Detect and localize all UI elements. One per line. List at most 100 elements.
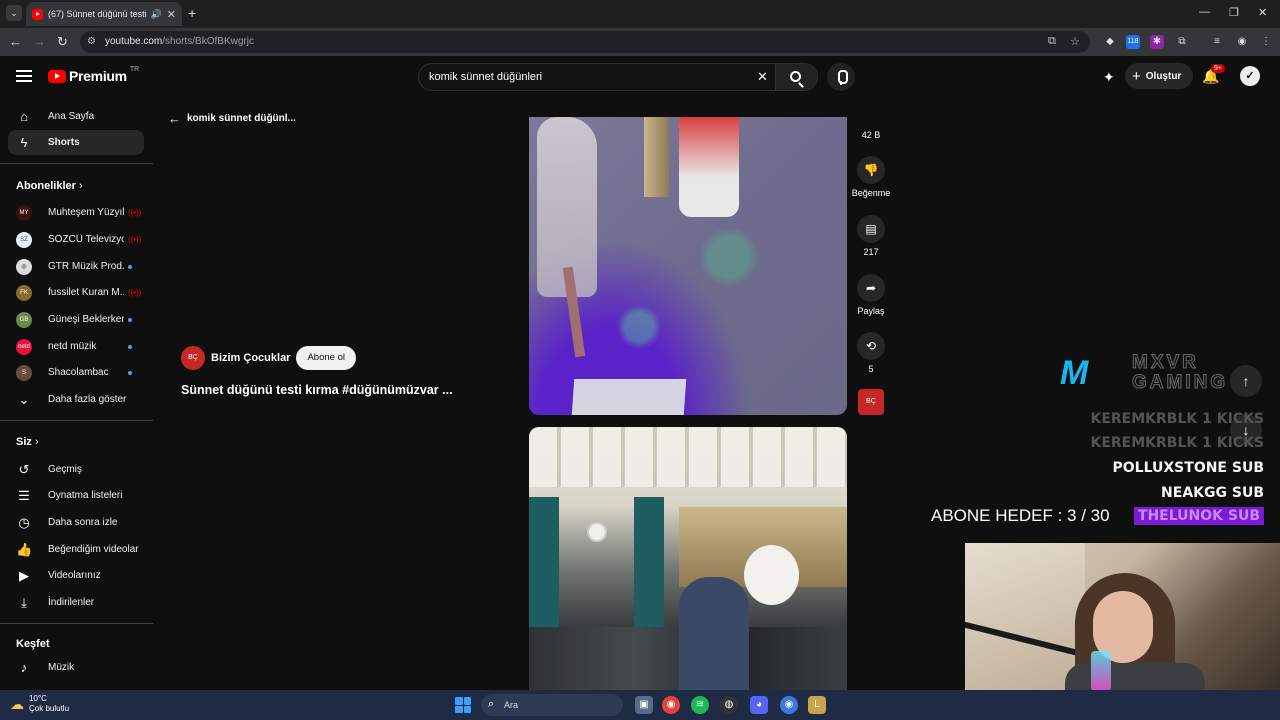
profile-icon[interactable]: ◉ bbox=[1235, 35, 1249, 49]
share-arrow-icon: ➦ bbox=[857, 274, 885, 302]
extension-purple-icon[interactable]: ✱ bbox=[1150, 35, 1164, 49]
divider bbox=[0, 420, 153, 421]
history-icon: ↺ bbox=[18, 461, 30, 477]
sidebar-sub-item[interactable]: MY Muhteşem Yüzyıl ((•)) bbox=[8, 200, 144, 225]
reload-icon[interactable]: ↻ bbox=[57, 34, 68, 50]
windows-start-icon[interactable] bbox=[455, 697, 471, 713]
sidebar-sub-item[interactable]: netd netd müzik bbox=[8, 334, 144, 359]
stream-alert: KEREMKRBLK 1 KICKS bbox=[1090, 435, 1264, 451]
thumbs-up-icon: 👍 bbox=[16, 541, 33, 557]
sound-thumbnail[interactable]: BÇ bbox=[851, 389, 891, 415]
media-control-icon[interactable]: ≡ bbox=[1210, 35, 1224, 49]
search-box[interactable]: komik sünnet düğünleri ✕ bbox=[418, 63, 818, 91]
subscribe-button[interactable]: Abone ol bbox=[296, 346, 356, 370]
tab-title: (67) Sünnet düğünü testi k bbox=[48, 9, 146, 19]
dislike-button[interactable]: 👎 Beğenme bbox=[851, 156, 891, 198]
sidebar-item-shorts[interactable]: ϟ Shorts bbox=[8, 130, 144, 155]
chevron-down-icon: ⌄ bbox=[18, 391, 30, 407]
clock-icon: ◷ bbox=[18, 514, 30, 530]
league-icon[interactable]: L bbox=[808, 696, 826, 714]
account-avatar[interactable]: ✓ bbox=[1240, 66, 1260, 86]
chrome-icon[interactable]: ◉ bbox=[662, 696, 680, 714]
chrome-profile-icon[interactable]: ◉ bbox=[780, 696, 798, 714]
address-bar[interactable]: ⚙ youtube.com/shorts/BkOfBKwgrjc ⧉ ☆ bbox=[80, 31, 1090, 53]
weather-widget[interactable]: ☁ 10°C Çok bulutlu bbox=[10, 694, 69, 714]
sidebar-sub-item[interactable]: SZ SÖZCÜ Televizyo... ((•)) bbox=[8, 227, 144, 252]
sidebar-item-music[interactable]: ♪ Müzik bbox=[8, 655, 144, 680]
sidebar-item-your-videos[interactable]: ▶ Videolarınız bbox=[8, 563, 144, 588]
discord-icon[interactable]: ◕ bbox=[750, 696, 768, 714]
sidebar-item-downloads[interactable]: ⤓ İndirilenler bbox=[8, 590, 144, 615]
spotify-icon[interactable]: ≋ bbox=[691, 696, 709, 714]
you-heading[interactable]: Siz › bbox=[16, 436, 39, 448]
next-short-video[interactable] bbox=[529, 427, 847, 690]
sidebar-sub-item[interactable]: S Shacolambac bbox=[8, 360, 144, 385]
channel-name[interactable]: Bizim Çocuklar bbox=[211, 352, 290, 364]
forward-arrow-icon[interactable]: → bbox=[33, 34, 46, 49]
browser-tab[interactable]: (67) Sünnet düğünü testi k 🔊 ✕ bbox=[26, 2, 182, 26]
window-close-icon[interactable]: ✕ bbox=[1258, 6, 1267, 19]
extension-diamond-icon[interactable]: ◆ bbox=[1103, 35, 1117, 49]
tab-search-button[interactable]: ⌄ bbox=[6, 5, 22, 21]
task-view-icon[interactable]: ▣ bbox=[635, 696, 653, 714]
channel-avatar[interactable]: BÇ bbox=[181, 346, 205, 370]
back-to-search-link[interactable]: ← komik sünnet düğünl... bbox=[168, 111, 296, 126]
search-button[interactable] bbox=[775, 64, 817, 90]
menu-hamburger-icon[interactable] bbox=[16, 70, 32, 82]
like-count: 42 B bbox=[861, 130, 881, 140]
cast-icon[interactable]: ⧉ bbox=[1048, 35, 1056, 48]
bookmark-star-icon[interactable]: ☆ bbox=[1070, 35, 1080, 48]
remix-button[interactable]: ⟲ 5 bbox=[851, 332, 891, 374]
channel-avatar: S bbox=[16, 364, 32, 381]
back-arrow-icon[interactable]: ← bbox=[9, 34, 22, 49]
youtube-premium-logo[interactable]: Premium TR bbox=[48, 66, 139, 84]
sidebar-sub-item[interactable]: ◎ GTR Müzik Prod... bbox=[8, 254, 144, 279]
sidebar-item-history[interactable]: ↺ Geçmiş bbox=[8, 457, 144, 482]
new-tab-button[interactable]: + bbox=[188, 5, 196, 21]
share-button[interactable]: ➦ Paylaş bbox=[851, 274, 891, 316]
video-title[interactable]: Sünnet düğünü testi kırma #düğünümüzvar … bbox=[181, 383, 453, 397]
sidebar-item-watch-later[interactable]: ◷ Daha sonra izle bbox=[8, 510, 144, 535]
show-more-button[interactable]: ⌄ Daha fazla göster bbox=[8, 387, 144, 412]
like-button[interactable]: 42 B bbox=[851, 100, 891, 140]
new-content-dot bbox=[128, 317, 132, 322]
voice-search-mic-icon[interactable] bbox=[827, 63, 855, 91]
divider bbox=[0, 623, 153, 624]
browser-menu-icon[interactable]: ⋮ bbox=[1259, 35, 1273, 49]
tab-close-icon[interactable]: ✕ bbox=[167, 8, 176, 21]
sidebar-item-home[interactable]: ⌂ Ana Sayfa bbox=[8, 104, 144, 129]
sidebar: ⌂ Ana Sayfa ϟ Shorts Abonelikler › MY Mu… bbox=[0, 100, 155, 690]
previous-short-button[interactable]: ↑ bbox=[1230, 365, 1262, 397]
sidebar-item-liked-videos[interactable]: 👍 Beğendiğim videolar bbox=[8, 537, 144, 562]
windows-taskbar: ☁ 10°C Çok bulutlu ⌕ Ara ▣ ◉ ≋ ◍ ◕ ◉ L bbox=[0, 690, 1280, 720]
extensions-puzzle-icon[interactable]: ⧉ bbox=[1175, 35, 1189, 49]
clear-search-icon[interactable]: ✕ bbox=[757, 69, 768, 85]
comments-button[interactable]: ▤ 217 bbox=[851, 215, 891, 257]
search-input[interactable]: komik sünnet düğünleri bbox=[429, 71, 542, 83]
taskbar-search[interactable]: ⌕ Ara bbox=[481, 694, 623, 716]
audio-playing-icon[interactable]: 🔊 bbox=[151, 9, 162, 20]
extension-badge-icon[interactable]: 118 bbox=[1126, 35, 1140, 49]
divider bbox=[0, 163, 153, 164]
browser-tab-bar: ⌄ (67) Sünnet düğünü testi k 🔊 ✕ + — ❐ ✕ bbox=[0, 0, 1280, 28]
sidebar-sub-item[interactable]: GB Güneşi Beklerken bbox=[8, 307, 144, 332]
chat-assist-icon[interactable]: ✦ bbox=[1103, 69, 1115, 86]
stream-alert: POLLUXSTONE SUB bbox=[1112, 460, 1264, 476]
subscriptions-heading[interactable]: Abonelikler › bbox=[16, 180, 83, 192]
minimize-icon[interactable]: — bbox=[1199, 6, 1210, 18]
video-icon: ▶ bbox=[19, 567, 29, 583]
sidebar-sub-item[interactable]: FK fussilet Kuran M... ((•)) bbox=[8, 280, 144, 305]
notifications-bell-icon[interactable]: 🔔 9+ bbox=[1202, 64, 1225, 85]
sidebar-item-playlists[interactable]: ☰ Oynatma listeleri bbox=[8, 483, 144, 508]
webcam-feed bbox=[965, 543, 1280, 690]
site-info-icon[interactable]: ⚙ bbox=[87, 36, 96, 47]
current-short-video[interactable] bbox=[529, 117, 847, 415]
channel-avatar: GB bbox=[16, 311, 32, 328]
maximize-icon[interactable]: ❐ bbox=[1229, 6, 1239, 19]
obs-icon[interactable]: ◍ bbox=[720, 696, 738, 714]
thumbs-down-icon: 👎 bbox=[857, 156, 885, 184]
url-text[interactable]: youtube.com/shorts/BkOfBKwgrjc bbox=[105, 36, 254, 47]
create-button[interactable]: + Oluştur bbox=[1125, 63, 1193, 89]
youtube-play-icon bbox=[48, 69, 66, 83]
subscriber-goal: ABONE HEDEF : 3 / 30 bbox=[931, 506, 1110, 525]
